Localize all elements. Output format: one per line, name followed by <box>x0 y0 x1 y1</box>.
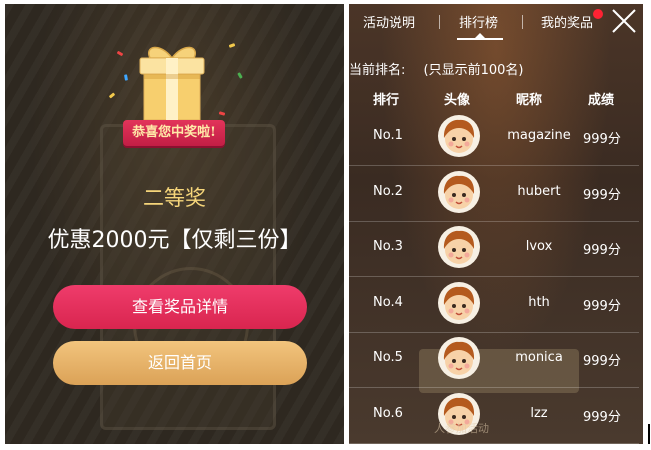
tab-bar: 活动说明 排行榜 我的奖品 <box>349 4 643 42</box>
avatar-icon <box>437 225 481 269</box>
nickname: lzz <box>530 405 548 421</box>
text-cursor <box>648 424 650 444</box>
current-rank-label: 当前排名: <box>349 63 406 78</box>
nickname: magazine <box>507 128 571 143</box>
nickname: hth <box>528 294 550 310</box>
rank-number: No.2 <box>373 183 403 199</box>
rank-number: No.4 <box>373 294 403 310</box>
avatar-icon <box>437 170 481 214</box>
header-score: 成绩 <box>588 93 615 108</box>
score: 999分 <box>583 409 621 425</box>
close-icon[interactable] <box>609 6 639 36</box>
leaderboard-row: No.4 hth 999分 <box>349 277 639 333</box>
avatar-icon <box>437 336 481 380</box>
active-tab-indicator <box>457 38 503 40</box>
leaderboard-row: No.3 lvox 999分 <box>349 221 639 277</box>
rank-number: No.6 <box>373 405 403 421</box>
current-rank-line: 当前排名: (只显示前100名) <box>349 59 524 78</box>
avatar-icon <box>437 114 481 158</box>
leaderboard-row: No.6 lzz 999分 <box>349 388 639 444</box>
rank-note: (只显示前100名) <box>423 63 524 78</box>
tab-divider <box>439 15 440 29</box>
header-rank: 排行 <box>373 93 400 108</box>
view-prize-details-button[interactable]: 查看奖品详情 <box>53 285 307 329</box>
header-avatar: 头像 <box>444 93 471 108</box>
leaderboard-panel: 活动说明 排行榜 我的奖品 当前排名: (只显示前100名) 排行 头像 昵称 … <box>349 4 643 444</box>
rank-number: No.1 <box>373 128 403 143</box>
score: 999分 <box>583 243 621 258</box>
header-nickname: 昵称 <box>516 93 543 108</box>
prize-result-panel: 恭喜您中奖啦! 二等奖 优惠2000元【仅剩三份】 查看奖品详情 返回首页 <box>5 4 344 444</box>
rank-number: No.3 <box>373 239 403 254</box>
tab-activity-rules[interactable]: 活动说明 <box>363 12 415 31</box>
nickname: hubert <box>517 183 561 199</box>
prize-level: 二等奖 <box>143 186 206 210</box>
nickname: lvox <box>525 239 553 254</box>
tab-divider <box>522 15 523 29</box>
notification-dot <box>593 9 603 19</box>
tab-my-prizes[interactable]: 我的奖品 <box>541 12 593 31</box>
score: 999分 <box>583 187 621 203</box>
score: 999分 <box>583 298 621 314</box>
score: 999分 <box>583 132 621 147</box>
prize-description: 优惠2000元【仅剩三份】 <box>47 228 302 253</box>
leaderboard-row: No.1 magazine 999分 <box>349 110 639 166</box>
back-home-button[interactable]: 返回首页 <box>53 341 307 385</box>
avatar-icon <box>437 281 481 325</box>
nickname: monica <box>515 350 563 365</box>
rank-number: No.5 <box>373 350 403 365</box>
tab-leaderboard[interactable]: 排行榜 <box>459 12 498 31</box>
participants-text: 人参加活动 <box>434 422 489 435</box>
congrats-badge: 恭喜您中奖啦! <box>113 120 235 146</box>
score: 999分 <box>583 354 621 369</box>
leaderboard-row: No.5 monica 999分 <box>349 332 639 388</box>
leaderboard-row: No.2 hubert 999分 <box>349 166 639 222</box>
